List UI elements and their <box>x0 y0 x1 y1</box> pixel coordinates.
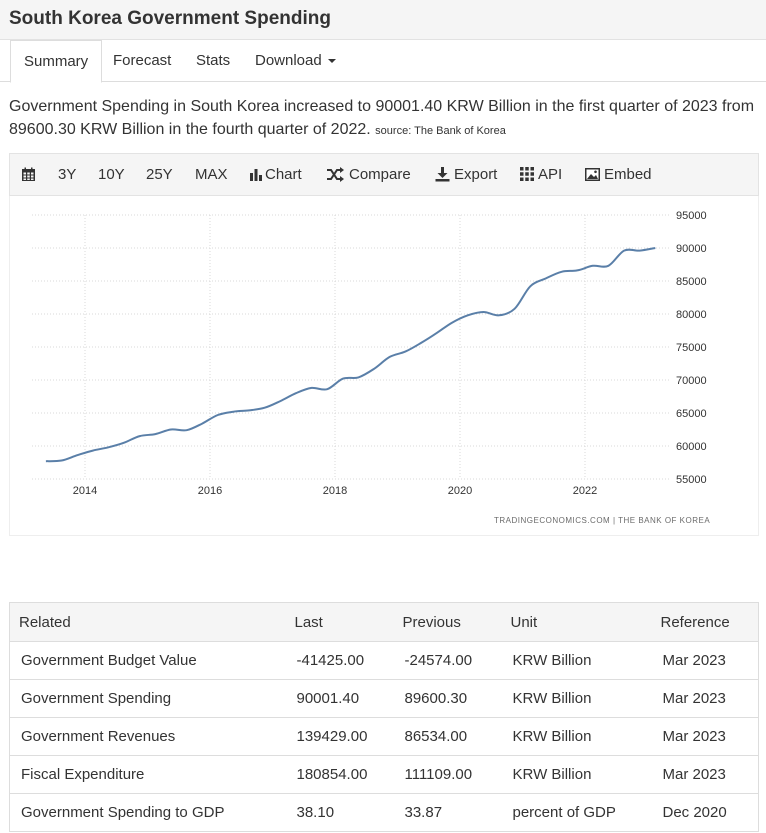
tab-summary-label: Summary <box>24 53 89 70</box>
tab-stats[interactable]: Stats <box>183 40 243 82</box>
y-tick-label: 70000 <box>676 375 707 387</box>
row-name-link[interactable]: Fiscal Expenditure <box>9 755 286 794</box>
row-last: 90001.40 <box>285 679 394 718</box>
row-unit: KRW Billion <box>501 717 652 756</box>
x-tick-label: 2022 <box>573 485 597 497</box>
range-max-button[interactable]: MAX <box>195 154 228 195</box>
grid-icon <box>520 167 534 182</box>
y-tick-label: 90000 <box>676 243 707 255</box>
header-unit: Unit <box>501 602 652 642</box>
api-label: API <box>538 166 563 183</box>
row-name-link[interactable]: Government Spending to GDP <box>9 793 286 832</box>
embed-button[interactable]: Embed <box>585 154 652 195</box>
y-tick-label: 60000 <box>676 441 707 453</box>
title-bar: South Korea Government Spending <box>0 0 766 40</box>
tab-stats-label: Stats <box>196 52 231 69</box>
table-header-row: Related Last Previous Unit Reference <box>9 602 759 642</box>
header-last: Last <box>285 602 394 642</box>
export-button[interactable]: Export <box>435 154 497 195</box>
tab-download[interactable]: Download <box>242 40 349 82</box>
export-label: Export <box>454 166 498 183</box>
download-icon <box>435 166 450 182</box>
tab-forecast[interactable]: Forecast <box>100 40 184 82</box>
row-reference: Mar 2023 <box>651 679 759 718</box>
row-previous: 33.87 <box>393 793 502 832</box>
y-tick-label: 55000 <box>676 474 707 486</box>
row-name-link[interactable]: Government Spending <box>9 679 286 718</box>
row-unit: KRW Billion <box>501 679 652 718</box>
chart-watermark: TRADINGECONOMICS.COM | THE BANK OF KOREA <box>494 516 711 525</box>
row-previous: 111109.00 <box>393 755 502 794</box>
caret-down-icon <box>327 59 336 64</box>
row-unit: percent of GDP <box>501 793 652 832</box>
table-row: Government Spending to GDP 38.10 33.87 p… <box>9 793 759 832</box>
description: Government Spending in South Korea incre… <box>9 95 764 143</box>
row-name-link[interactable]: Government Revenues <box>9 717 286 756</box>
range-25y-button[interactable]: 25Y <box>146 154 173 195</box>
table-row: Government Budget Value -41425.00 -24574… <box>9 641 759 680</box>
related-table: Related Last Previous Unit Reference Gov… <box>9 602 759 832</box>
y-tick-label: 65000 <box>676 408 707 420</box>
chart-area: 95000 90000 85000 80000 75000 70000 65000 60000… <box>9 196 759 536</box>
bar-chart-icon <box>250 168 262 181</box>
line-chart: 95000 90000 85000 80000 75000 70000 65000 60000… <box>32 210 707 497</box>
y-tick-label: 95000 <box>676 210 707 222</box>
series-line <box>45 247 656 463</box>
row-reference: Mar 2023 <box>651 755 759 794</box>
header-reference: Reference <box>651 602 759 642</box>
tab-download-label: Download <box>255 52 322 69</box>
x-tick-label: 2020 <box>448 485 472 497</box>
row-previous: 86534.00 <box>393 717 502 756</box>
chart-type-button[interactable]: Chart <box>250 154 302 195</box>
calendar-icon <box>22 167 35 181</box>
header-related: Related <box>9 602 286 642</box>
row-last: 180854.00 <box>285 755 394 794</box>
image-icon <box>585 167 600 181</box>
row-reference: Mar 2023 <box>651 717 759 756</box>
table-row: Fiscal Expenditure 180854.00 111109.00 K… <box>9 755 759 794</box>
chart-toolbar: 3Y 10Y 25Y MAX Chart Compare Export API <box>9 153 759 196</box>
page-title: South Korea Government Spending <box>9 8 331 29</box>
y-tick-label: 80000 <box>676 309 707 321</box>
row-unit: KRW Billion <box>501 755 652 794</box>
header-previous: Previous <box>393 602 502 642</box>
range-3y-button[interactable]: 3Y <box>58 154 76 195</box>
table-row: Government Revenues 139429.00 86534.00 K… <box>9 717 759 756</box>
embed-label: Embed <box>604 166 652 183</box>
tab-bar: Summary Forecast Stats Download <box>0 40 766 83</box>
row-unit: KRW Billion <box>501 641 652 680</box>
chart-label: Chart <box>265 166 302 183</box>
y-tick-label: 85000 <box>676 276 707 288</box>
table-row: Government Spending 90001.40 89600.30 KR… <box>9 679 759 718</box>
row-previous: 89600.30 <box>393 679 502 718</box>
source-text: source: The Bank of Korea <box>375 125 506 137</box>
shuffle-icon <box>327 166 344 182</box>
row-reference: Mar 2023 <box>651 641 759 680</box>
row-last: -41425.00 <box>285 641 394 680</box>
row-last: 38.10 <box>285 793 394 832</box>
y-tick-label: 75000 <box>676 342 707 354</box>
tab-summary[interactable]: Summary <box>10 40 103 83</box>
range-10y-button[interactable]: 10Y <box>98 154 125 195</box>
row-previous: -24574.00 <box>393 641 502 680</box>
row-last: 139429.00 <box>285 717 394 756</box>
api-button[interactable]: API <box>520 154 562 195</box>
x-tick-label: 2018 <box>323 485 347 497</box>
x-tick-label: 2016 <box>198 485 222 497</box>
row-reference: Dec 2020 <box>651 793 759 832</box>
row-name-link[interactable]: Government Budget Value <box>9 641 286 680</box>
compare-button[interactable]: Compare <box>326 154 411 195</box>
compare-label: Compare <box>349 166 411 183</box>
tab-forecast-label: Forecast <box>113 52 172 69</box>
calendar-button[interactable] <box>21 154 40 195</box>
x-tick-label: 2014 <box>73 485 97 497</box>
